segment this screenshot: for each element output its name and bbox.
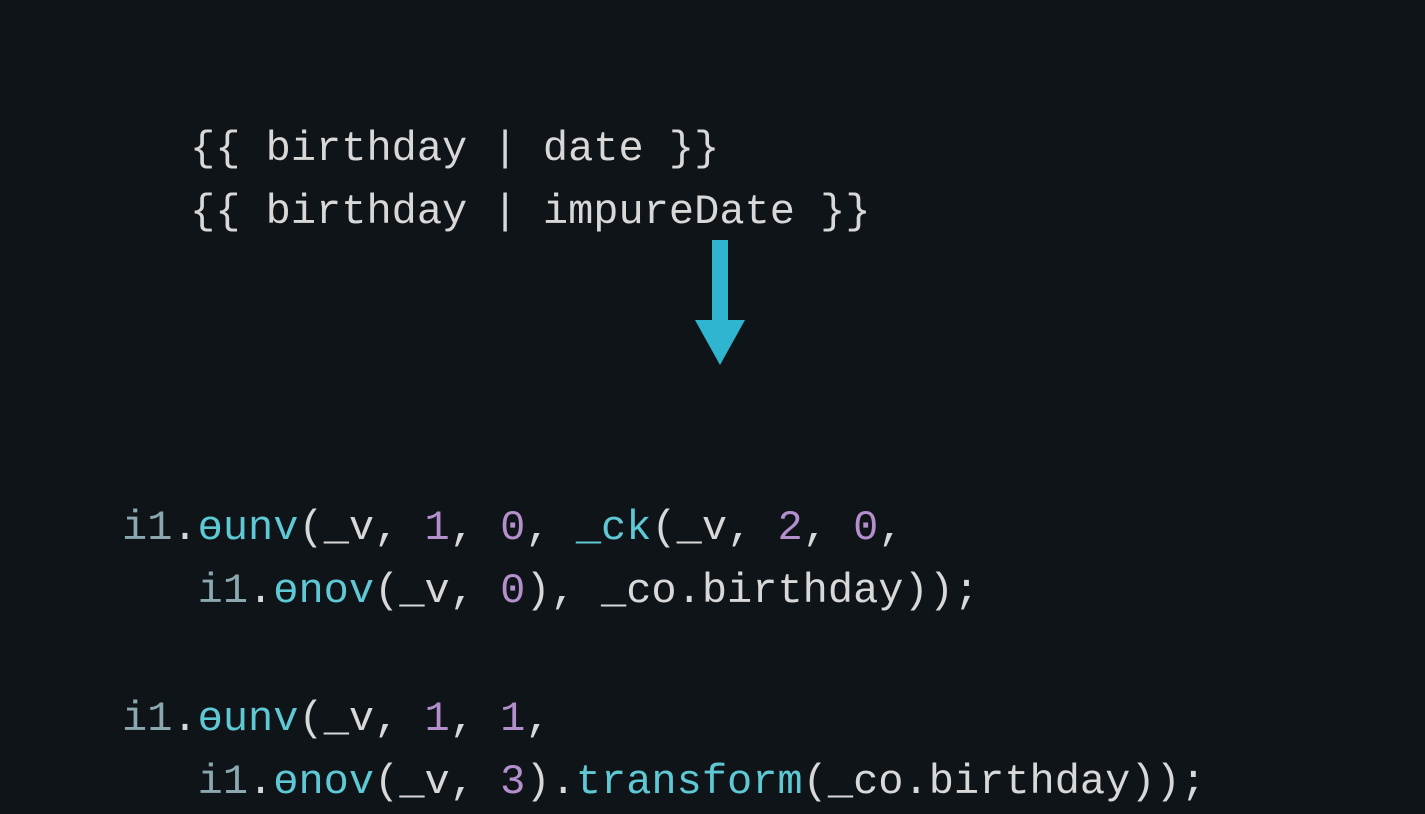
c2-dot1: . [172,695,197,743]
c2-c4: , [450,758,500,806]
c2-p3: ). [525,758,575,806]
c2-c1: , [374,695,424,743]
c2-p2: ( [374,758,399,806]
c1-n5: 0 [500,567,525,615]
c1-c7: , [450,567,500,615]
c2-co: _co [828,758,904,806]
c2-c2: , [450,695,500,743]
c2-indent [122,758,198,806]
template-open-2: {{ [190,188,266,236]
compiled-code-block-2: i1.ɵunv(_v, 1, 1, i1.ɵnov(_v, 3).transfo… [122,625,1206,814]
c1-end: )); [903,567,979,615]
c1-dot1: . [172,504,197,552]
c1-m1: ɵunv [198,504,299,552]
c1-m3: ɵnov [273,567,374,615]
down-arrow-icon [690,240,750,375]
c2-dot3: . [903,758,928,806]
template-pipe-1: | [467,125,543,173]
c1-n4: 0 [853,504,878,552]
template-close-2: }} [795,188,871,236]
c1-obj1: i1 [122,504,172,552]
c1-n1: 1 [425,504,450,552]
c1-dot2: . [248,567,273,615]
c1-obj2: i1 [198,567,248,615]
c1-c6: , [878,504,903,552]
c2-n1: 1 [425,695,450,743]
template-var-2: birthday [266,188,468,236]
c1-p1: ( [298,504,323,552]
c1-c5: , [803,504,853,552]
c2-p4: ( [803,758,828,806]
template-filter-1: date [543,125,644,173]
c1-c3: , [525,504,575,552]
c1-n2: 0 [500,504,525,552]
template-close-1: }} [644,125,720,173]
c1-v3: _v [399,567,449,615]
c2-v2: _v [399,758,449,806]
c2-n2: 1 [500,695,525,743]
c2-c3: , [525,695,550,743]
c1-n3: 2 [778,504,803,552]
template-filter-2: impureDate [543,188,795,236]
c2-end: )); [1130,758,1206,806]
template-code-block: {{ birthday | date }} {{ birthday | impu… [190,55,871,244]
c1-p4: ), [525,567,601,615]
c1-c2: , [450,504,500,552]
c1-c1: , [374,504,424,552]
template-pipe-2: | [467,188,543,236]
c1-p2: ( [651,504,676,552]
c2-m1: ɵunv [198,695,299,743]
c1-c4: , [727,504,777,552]
c2-obj2: i1 [198,758,248,806]
c1-dot3: . [677,567,702,615]
c2-dot2: . [248,758,273,806]
c2-v1: _v [324,695,374,743]
c1-v2: _v [677,504,727,552]
c1-co: _co [601,567,677,615]
c1-m2: _ck [576,504,652,552]
c2-trans: transform [576,758,803,806]
c1-indent [122,567,198,615]
c2-obj1: i1 [122,695,172,743]
c1-p3: ( [374,567,399,615]
c2-prop: birthday [929,758,1131,806]
c1-v1: _v [324,504,374,552]
compiled-code-block-1: i1.ɵunv(_v, 1, 0, _ck(_v, 2, 0, i1.ɵnov(… [122,434,979,623]
c1-prop: birthday [702,567,904,615]
template-var-1: birthday [266,125,468,173]
c2-n3: 3 [500,758,525,806]
c2-m2: ɵnov [273,758,374,806]
c2-p1: ( [298,695,323,743]
template-open-1: {{ [190,125,266,173]
